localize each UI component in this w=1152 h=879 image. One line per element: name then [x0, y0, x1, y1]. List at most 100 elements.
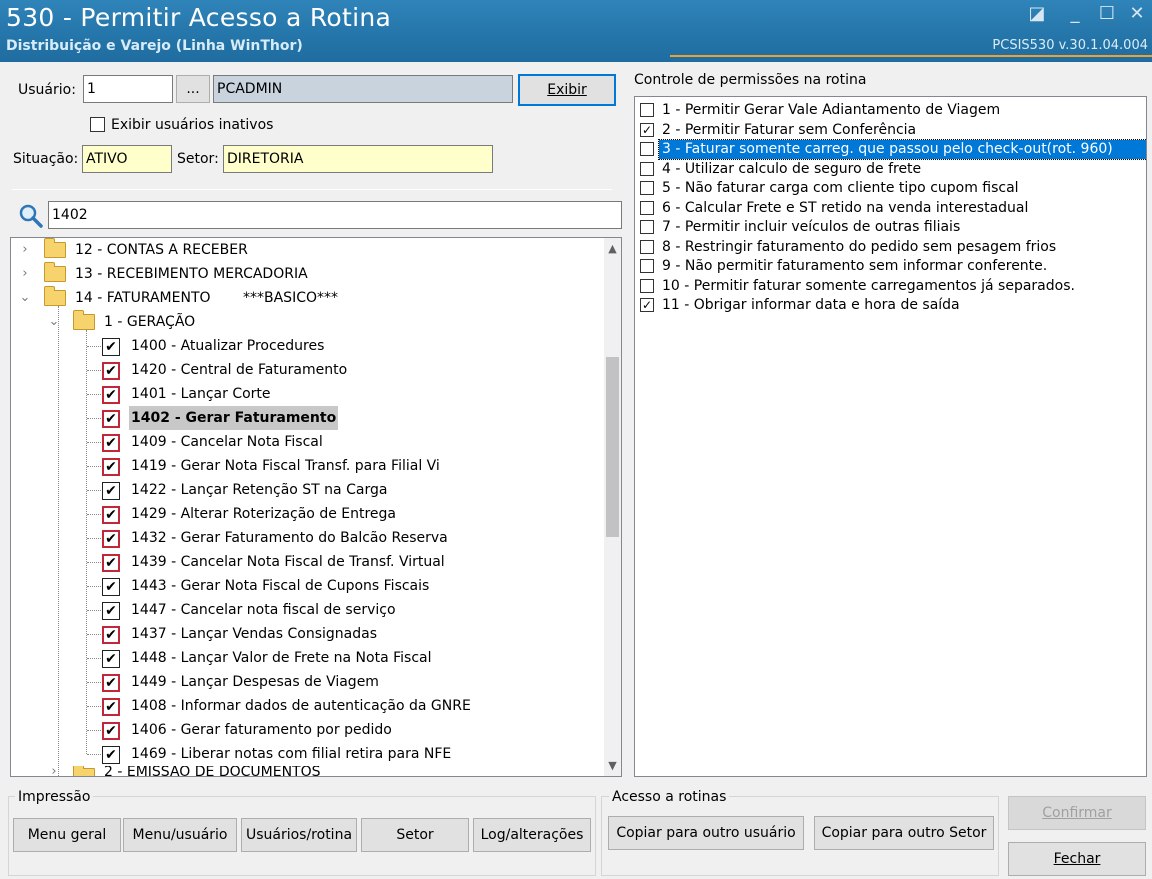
exibir-button[interactable]: Exibir	[518, 74, 616, 106]
setor-button[interactable]: Setor	[361, 818, 469, 852]
chevron-down-icon[interactable]: ⌄	[19, 286, 31, 310]
tree-item[interactable]: ✔ 1420 - Central de Faturamento	[11, 358, 605, 382]
permission-label: 7 - Permitir incluir veículos de outras …	[662, 219, 961, 235]
routine-checkbox[interactable]: ✔	[102, 482, 120, 500]
copy-to-setor-button[interactable]: Copiar para outro Setor	[814, 816, 994, 850]
chevron-right-icon[interactable]: ›	[19, 238, 31, 262]
permission-checkbox[interactable]: ✓	[640, 122, 654, 137]
routine-checkbox[interactable]: ✔	[102, 434, 120, 452]
routine-checkbox[interactable]: ✔	[102, 506, 120, 524]
scroll-thumb[interactable]	[606, 357, 619, 537]
chevron-right-icon[interactable]: ›	[19, 262, 31, 286]
scroll-down-icon[interactable]: ▼	[604, 757, 621, 774]
tree-item[interactable]: ✔ 1432 - Gerar Faturamento do Balcão Rese…	[11, 526, 605, 550]
usuario-label: Usuário:	[18, 82, 76, 98]
tree-item[interactable]: ✔ 1419 - Gerar Nota Fiscal Transf. para F…	[11, 454, 605, 478]
tree-connector-line	[87, 370, 101, 371]
permission-checkbox[interactable]	[640, 142, 654, 156]
close-icon[interactable]: ✕	[1124, 2, 1150, 26]
chevron-right-icon[interactable]: ›	[48, 766, 60, 776]
restore-icon[interactable]: ◪	[1024, 2, 1050, 26]
tree-item[interactable]: ✔ 1447 - Cancelar nota fiscal de serviço	[11, 598, 605, 622]
minimize-icon[interactable]: _	[1062, 2, 1088, 26]
menu-usuario-button[interactable]: Menu/usuário	[123, 818, 237, 852]
routine-checkbox[interactable]: ✔	[102, 650, 120, 668]
routine-checkbox[interactable]: ✔	[102, 362, 120, 380]
permissions-list[interactable]: 1 - Permitir Gerar Vale Adiantamento de …	[634, 96, 1147, 777]
routine-checkbox[interactable]: ✔	[102, 530, 120, 548]
permission-item[interactable]: 8 - Restringir faturamento do pedido sem…	[636, 238, 1146, 257]
permission-checkbox[interactable]	[640, 259, 654, 273]
routine-checkbox[interactable]: ✔	[102, 602, 120, 620]
tree-group-contas-receber[interactable]: › 12 - CONTAS A RECEBER	[11, 238, 605, 262]
permission-checkbox[interactable]	[640, 181, 654, 195]
tree-item[interactable]: ✔ 1406 - Gerar faturamento por pedido	[11, 718, 605, 742]
routine-checkbox[interactable]: ✔	[102, 578, 120, 596]
permission-label: 10 - Permitir faturar somente carregamen…	[662, 277, 1075, 294]
permission-item[interactable]: 10 - Permitir faturar somente carregamen…	[636, 277, 1146, 296]
tree-scrollbar[interactable]: ▲ ▼	[604, 238, 621, 776]
permission-item[interactable]: 3 - Faturar somente carreg. que passou p…	[636, 139, 1146, 160]
log-alteracoes-button[interactable]: Log/alterações	[473, 818, 591, 852]
tree-group-faturamento[interactable]: ⌄ 14 - FATURAMENTO ***BASICO***	[11, 286, 605, 310]
confirmar-button[interactable]: Confirmar	[1008, 796, 1146, 830]
permission-item[interactable]: ✓ 11 - Obrigar informar data e hora de sa…	[636, 296, 1146, 315]
maximize-icon[interactable]: ☐	[1094, 2, 1120, 26]
tree-item[interactable]: ✔ 1402 - Gerar Faturamento	[11, 406, 605, 430]
magnifier-icon	[18, 203, 44, 229]
tree-item[interactable]: ✔ 1401 - Lançar Corte	[11, 382, 605, 406]
routine-checkbox[interactable]: ✔	[102, 698, 120, 716]
tree-item[interactable]: ✔ 1439 - Cancelar Nota Fiscal de Transf. …	[11, 550, 605, 574]
menu-geral-button[interactable]: Menu geral	[13, 818, 121, 852]
usuario-code-input[interactable]: 1	[83, 75, 173, 103]
permission-checkbox[interactable]: ✓	[640, 298, 654, 312]
permission-item[interactable]: ✓ 2 - Permitir Faturar sem Conferência	[636, 121, 1146, 140]
routine-checkbox[interactable]: ✔	[102, 386, 120, 404]
permission-item[interactable]: 9 - Não permitir faturamento sem informa…	[636, 257, 1146, 276]
permission-checkbox[interactable]	[640, 239, 654, 254]
browse-user-button[interactable]: ...	[176, 75, 210, 103]
routine-tree[interactable]: › 12 - CONTAS A RECEBER › 13 - RECEBIMEN…	[10, 237, 622, 777]
copy-to-user-button[interactable]: Copiar para outro usuário	[608, 816, 804, 850]
routine-checkbox[interactable]: ✔	[102, 626, 120, 644]
tree-subgroup-geracao[interactable]: ⌄ 1 - GERAÇÃO	[11, 310, 605, 334]
permission-checkbox[interactable]	[640, 103, 654, 117]
routine-checkbox[interactable]: ✔	[102, 722, 120, 740]
permission-checkbox[interactable]	[640, 161, 654, 176]
tree-subgroup-emissao[interactable]: › 2 - EMISSÃO DE DOCUMENTOS	[11, 766, 605, 776]
tree-item[interactable]: ✔ 1443 - Gerar Nota Fiscal de Cupons Fisc…	[11, 574, 605, 598]
title-bar: 530 - Permitir Acesso a Rotina Distribui…	[0, 0, 1152, 62]
impressao-title: Impressão	[15, 789, 94, 805]
tree-item[interactable]: ✔ 1469 - Liberar notas com filial retira …	[11, 742, 605, 766]
tree-item[interactable]: ✔ 1449 - Lançar Despesas de Viagem	[11, 670, 605, 694]
inactive-users-checkbox[interactable]	[90, 117, 105, 132]
permission-item[interactable]: 1 - Permitir Gerar Vale Adiantamento de …	[636, 101, 1146, 120]
tree-item[interactable]: ✔ 1409 - Cancelar Nota Fiscal	[11, 430, 605, 454]
tree-item[interactable]: ✔ 1448 - Lançar Valor de Frete na Nota Fi…	[11, 646, 605, 670]
tree-item[interactable]: ✔ 1422 - Lançar Retenção ST na Carga	[11, 478, 605, 502]
routine-checkbox[interactable]: ✔	[102, 338, 120, 356]
permission-item[interactable]: 4 - Utilizar calculo de seguro de frete	[636, 160, 1146, 179]
scroll-up-icon[interactable]: ▲	[604, 240, 621, 257]
permission-item[interactable]: 6 - Calcular Frete e ST retido na venda …	[636, 199, 1146, 218]
routine-checkbox[interactable]: ✔	[102, 746, 120, 764]
permission-item[interactable]: 5 - Não faturar carga com cliente tipo c…	[636, 179, 1146, 198]
permission-checkbox[interactable]	[640, 220, 654, 234]
routine-search-input[interactable]: 1402	[48, 201, 622, 229]
tree-item[interactable]: ✔ 1400 - Atualizar Procedures	[11, 334, 605, 358]
permission-item[interactable]: 7 - Permitir incluir veículos de outras …	[636, 218, 1146, 237]
title-accent-line	[670, 55, 1152, 57]
routine-checkbox[interactable]: ✔	[102, 410, 120, 428]
permission-checkbox[interactable]	[640, 278, 654, 293]
routine-checkbox[interactable]: ✔	[102, 674, 120, 692]
tree-group-recebimento[interactable]: › 13 - RECEBIMENTO MERCADORIA	[11, 262, 605, 286]
routine-checkbox[interactable]: ✔	[102, 554, 120, 572]
tree-item[interactable]: ✔ 1408 - Informar dados de autenticação d…	[11, 694, 605, 718]
tree-item-label: 1422 - Lançar Retenção ST na Carga	[131, 482, 388, 498]
tree-item[interactable]: ✔ 1429 - Alterar Roterização de Entrega	[11, 502, 605, 526]
permission-checkbox[interactable]	[640, 200, 654, 215]
usuarios-rotina-button[interactable]: Usuários/rotina	[241, 818, 357, 852]
routine-checkbox[interactable]: ✔	[102, 458, 120, 476]
fechar-button[interactable]: Fechar	[1008, 842, 1146, 876]
tree-item[interactable]: ✔ 1437 - Lançar Vendas Consignadas	[11, 622, 605, 646]
